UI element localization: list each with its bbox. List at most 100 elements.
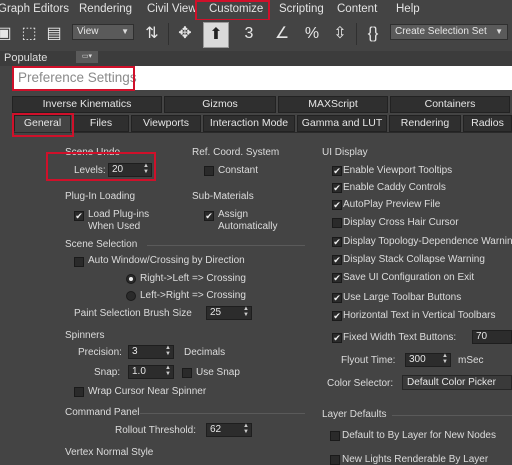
- reference-coordinate-combo[interactable]: View ▼: [72, 24, 134, 40]
- spinner-arrows-icon: ▲ ▼: [165, 345, 171, 357]
- tab-gamma-and-lut[interactable]: Gamma and LUT: [297, 115, 387, 132]
- left-right-radio[interactable]: [126, 291, 136, 301]
- constant-checkbox[interactable]: [204, 166, 214, 176]
- auto-window-checkbox[interactable]: [74, 257, 84, 267]
- menu-customize[interactable]: Customize: [209, 3, 263, 15]
- ui-option-tooltips: Enable Viewport Tooltips: [343, 165, 453, 176]
- tab-gizmos[interactable]: Gizmos: [164, 96, 276, 113]
- ui-option-fixed-width: Fixed Width Text Buttons:: [343, 332, 457, 343]
- plugin-loading-title: Plug-In Loading: [65, 191, 136, 202]
- percent-snap-icon[interactable]: %: [300, 22, 324, 46]
- new-lights-label: New Lights Renderable By Layer: [342, 454, 489, 465]
- menu-civil-view[interactable]: Civil View: [147, 3, 197, 15]
- horizontal-text-checkbox[interactable]: ✔: [332, 311, 342, 321]
- levels-label: Levels:: [74, 165, 106, 176]
- spinner-arrows-icon: ▲ ▼: [243, 306, 249, 318]
- ui-option-large-toolbar: Use Large Toolbar Buttons: [343, 292, 462, 303]
- color-selector-dropdown[interactable]: Default Color Picker: [402, 375, 512, 390]
- select-object-icon[interactable]: ▣: [0, 22, 16, 46]
- tab-radiosity[interactable]: Radios: [463, 115, 512, 132]
- autoplay-checkbox[interactable]: ✔: [332, 200, 342, 210]
- assign-label-2: Automatically: [218, 221, 278, 232]
- use-snap-label: Use Snap: [196, 367, 240, 378]
- tooltips-checkbox[interactable]: ✔: [332, 166, 342, 176]
- ui-option-topology: Display Topology-Dependence Warning: [343, 236, 512, 247]
- save-ui-checkbox[interactable]: ✔: [332, 273, 342, 283]
- use-snap-checkbox[interactable]: [182, 368, 192, 378]
- ui-option-crosshair: Display Cross Hair Cursor: [343, 217, 459, 228]
- flyout-time-spinner[interactable]: 300 ▲ ▼: [405, 353, 451, 367]
- snap-label: Snap:: [94, 367, 121, 378]
- large-toolbar-checkbox[interactable]: ✔: [332, 293, 342, 303]
- flyout-time-label: Flyout Time:: [341, 355, 396, 366]
- scene-selection-title: Scene Selection: [65, 239, 138, 250]
- ui-option-save-ui: Save UI Configuration on Exit: [343, 272, 475, 283]
- tab-maxscript[interactable]: MAXScript: [278, 96, 388, 113]
- ribbon-toggle-icon[interactable]: ▭▾: [76, 51, 98, 63]
- spinner-arrows-icon: ▲ ▼: [243, 423, 249, 435]
- tab-rendering[interactable]: Rendering: [389, 115, 461, 132]
- spinner-snap-icon[interactable]: ⇳: [328, 22, 352, 46]
- menu-content[interactable]: Content: [337, 3, 377, 15]
- stack-collapse-checkbox[interactable]: ✔: [332, 255, 342, 265]
- scene-undo-title: Scene Undo: [65, 147, 121, 158]
- rollout-threshold-label: Rollout Threshold:: [115, 425, 196, 436]
- ref-coord-title: Ref. Coord. System: [192, 147, 280, 158]
- tab-inverse-kinematics[interactable]: Inverse Kinematics: [12, 96, 162, 113]
- default-bylayer-checkbox[interactable]: [330, 431, 340, 441]
- constant-label: Constant: [218, 165, 259, 176]
- tab-interaction-mode[interactable]: Interaction Mode: [203, 115, 295, 132]
- tab-containers[interactable]: Containers: [390, 96, 510, 113]
- preference-dialog: Inverse Kinematics Gizmos MAXScript Cont…: [12, 92, 512, 465]
- menu-help[interactable]: Help: [396, 3, 420, 15]
- topology-checkbox[interactable]: ✔: [332, 237, 342, 247]
- decimals-label: Decimals: [184, 347, 226, 358]
- tab-files[interactable]: Files: [73, 115, 129, 132]
- spinner-arrows-icon: ▲ ▼: [442, 353, 448, 365]
- chevron-down-icon: ▼: [495, 27, 503, 36]
- select-region-icon[interactable]: ⬚: [17, 22, 41, 46]
- menu-graph-editors[interactable]: Graph Editors: [0, 3, 69, 15]
- assign-automatically-checkbox[interactable]: ✔: [204, 211, 214, 221]
- spinners-title: Spinners: [65, 330, 105, 341]
- right-left-label: Right->Left => Crossing: [140, 273, 246, 284]
- crosshair-checkbox[interactable]: [332, 218, 342, 228]
- fixed-width-checkbox[interactable]: ✔: [332, 333, 342, 343]
- paint-brush-label: Paint Selection Brush Size: [74, 308, 192, 319]
- wrap-cursor-checkbox[interactable]: [74, 387, 84, 397]
- menu-rendering[interactable]: Rendering: [79, 3, 132, 15]
- fixed-width-spinner[interactable]: 70: [472, 330, 512, 344]
- command-panel-title: Command Panel: [65, 407, 140, 418]
- assign-label: Assign: [218, 209, 249, 220]
- angle-snap-icon[interactable]: ∠: [270, 22, 294, 46]
- window-crossing-icon[interactable]: ▤: [42, 22, 66, 46]
- dialog-title-bar: Preference Settings: [12, 66, 512, 90]
- default-bylayer-label: Default to By Layer for New Nodes: [342, 430, 496, 441]
- snap-spinner[interactable]: 1.0 ▲ ▼: [128, 365, 174, 379]
- levels-spinner[interactable]: 20 ▲ ▼: [108, 163, 152, 177]
- precision-label: Precision:: [78, 347, 122, 358]
- msec-label: mSec: [458, 355, 484, 366]
- keyboard-shortcut-override-icon[interactable]: ⬆: [203, 22, 229, 48]
- ui-option-stack-collapse: Display Stack Collapse Warning: [343, 254, 485, 265]
- color-selector-label: Color Selector:: [327, 378, 394, 389]
- rollout-threshold-spinner[interactable]: 62 ▲ ▼: [206, 423, 252, 437]
- snaps-toggle-icon[interactable]: 3: [237, 22, 261, 46]
- populate-tab[interactable]: Populate: [4, 52, 47, 64]
- named-selection-icon[interactable]: {}: [361, 22, 385, 46]
- create-selection-set-combo[interactable]: Create Selection Set ▼: [390, 24, 508, 40]
- spinner-arrows-icon: ▲ ▼: [165, 365, 171, 377]
- load-plugins-checkbox[interactable]: ✔: [74, 211, 84, 221]
- tab-general[interactable]: General: [14, 115, 71, 132]
- precision-spinner[interactable]: 3 ▲ ▼: [128, 345, 174, 359]
- paint-brush-spinner[interactable]: 25 ▲ ▼: [206, 306, 252, 320]
- caddy-checkbox[interactable]: ✔: [332, 183, 342, 193]
- tab-viewports[interactable]: Viewports: [131, 115, 201, 132]
- menu-scripting[interactable]: Scripting: [279, 3, 324, 15]
- right-left-radio[interactable]: [126, 274, 136, 284]
- pivot-center-icon[interactable]: ⇅: [140, 22, 164, 46]
- ui-option-autoplay: AutoPlay Preview File: [343, 199, 441, 210]
- move-icon[interactable]: ✥: [173, 22, 197, 46]
- ui-option-caddy: Enable Caddy Controls: [343, 182, 446, 193]
- general-panel: Scene Undo Levels: 20 ▲ ▼ Ref. Coord. Syst…: [12, 132, 512, 465]
